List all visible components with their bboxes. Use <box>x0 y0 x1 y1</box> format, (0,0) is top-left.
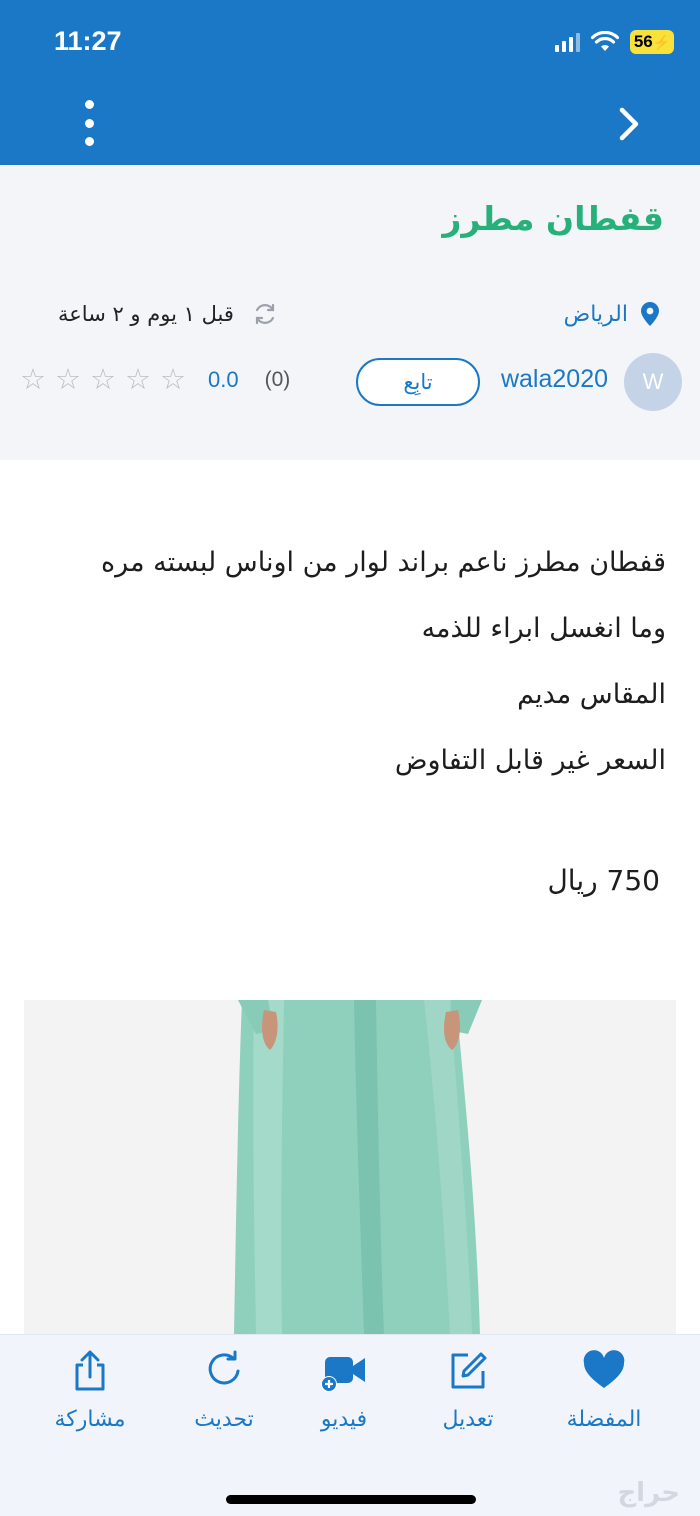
star-icon: ☆ <box>20 362 46 396</box>
ad-title: قفطان مطرز <box>442 199 664 238</box>
rating-stars: ☆ ☆ ☆ ☆ ☆ <box>20 365 186 394</box>
battery-icon: 56 ⚡ <box>630 30 674 54</box>
dress-photo-image <box>24 1000 676 1334</box>
wifi-icon <box>590 31 620 51</box>
video-button[interactable]: فيديو <box>284 1349 404 1432</box>
city-name: الرياض <box>563 301 628 327</box>
bottom-toolbar: المفضلة تعديل فيديو تحديث مشاركة <box>0 1334 700 1516</box>
star-icon: ☆ <box>90 362 116 396</box>
avatar[interactable]: W <box>624 353 682 411</box>
home-indicator <box>226 1495 476 1504</box>
edit-button[interactable]: تعديل <box>408 1349 528 1432</box>
ad-photo[interactable] <box>24 1000 676 1334</box>
refresh-button[interactable]: تحديث <box>164 1349 284 1432</box>
seller-rating[interactable]: ☆ ☆ ☆ ☆ ☆ 0.0 (0) <box>20 365 290 394</box>
description-line: وما انغسل ابراء للذمه <box>421 613 666 644</box>
refresh-label: تحديث <box>194 1407 254 1432</box>
rating-count: (0) <box>264 367 291 391</box>
status-time: 11:27 <box>54 26 122 56</box>
description-line: قفطان مطرز ناعم براند لوار من اوناس لبست… <box>101 547 666 578</box>
top-bar: 11:27 56 ⚡ <box>0 0 700 165</box>
watermark-logo: حراج <box>617 1478 680 1508</box>
video-label: فيديو <box>320 1407 368 1432</box>
ad-location[interactable]: الرياض <box>564 301 660 327</box>
star-icon: ☆ <box>160 362 186 396</box>
description-line: المقاس مديم <box>517 679 666 710</box>
rating-value: 0.0 <box>208 366 239 392</box>
seller-username[interactable]: wala2020 <box>501 365 608 394</box>
cellular-signal-icon <box>555 32 580 52</box>
battery-level: 56 <box>633 32 653 51</box>
avatar-letter: W <box>642 369 664 394</box>
ad-time-ago: قبل ١ يوم و ٢ ساعة <box>58 301 278 327</box>
star-icon: ☆ <box>55 362 81 396</box>
refresh-time-icon <box>255 303 274 325</box>
ad-info-section: قفطان مطرز الرياض قبل ١ يوم و ٢ ساعة W w… <box>0 165 700 460</box>
ad-description: قفطان مطرز ناعم براند لوار من اوناس لبست… <box>26 530 666 794</box>
ad-details-screen: 11:27 56 ⚡ قفطان مطرز الرياض قبل ١ يوم و… <box>0 0 700 1516</box>
more-options-icon[interactable] <box>74 100 104 146</box>
share-label: مشاركة <box>54 1407 126 1432</box>
time-ago-text: قبل ١ يوم و ٢ ساعة <box>58 302 234 326</box>
heart-icon <box>583 1350 625 1388</box>
edit-label: تعديل <box>442 1407 494 1432</box>
video-camera-icon <box>321 1357 365 1392</box>
favorite-label: المفضلة <box>566 1407 642 1432</box>
ad-price: 750 ريال <box>547 864 660 897</box>
refresh-icon <box>208 1350 240 1385</box>
share-button[interactable]: مشاركة <box>30 1349 150 1432</box>
share-icon <box>75 1350 105 1391</box>
description-line: السعر غير قابل التفاوض <box>394 745 666 776</box>
edit-icon <box>451 1352 487 1389</box>
status-icons: 56 ⚡ <box>555 30 674 54</box>
favorite-button[interactable]: المفضلة <box>544 1349 664 1432</box>
star-icon: ☆ <box>125 362 151 396</box>
chevron-right-icon[interactable] <box>614 104 644 144</box>
follow-button[interactable]: تابِع <box>356 358 480 406</box>
location-pin-icon <box>641 302 659 326</box>
